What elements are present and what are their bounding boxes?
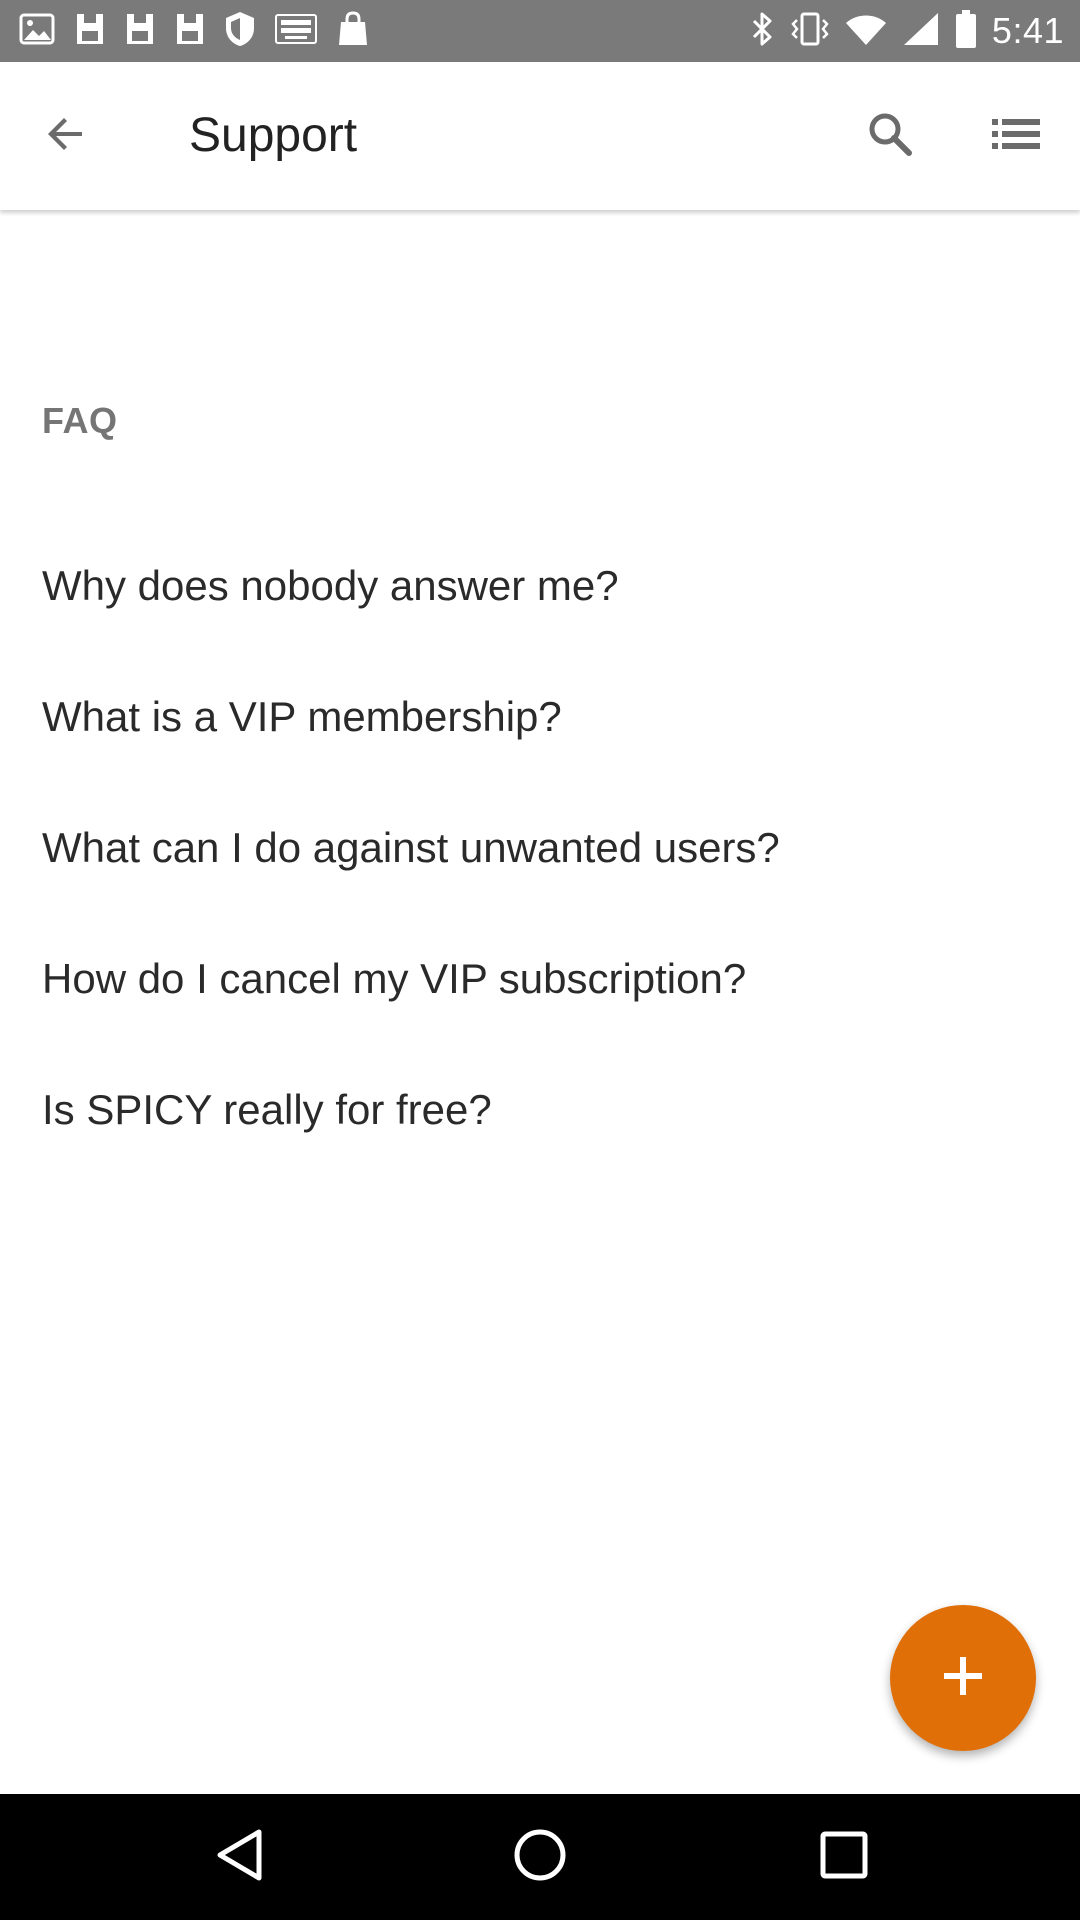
list-menu-button[interactable] — [986, 106, 1046, 166]
nav-recents-icon — [819, 1830, 869, 1885]
arrow-back-icon — [44, 112, 88, 161]
nav-recents-button[interactable] — [814, 1827, 874, 1887]
faq-item-nobody-answers[interactable]: Why does nobody answer me? — [0, 520, 1080, 651]
support-screen: 5:41 Support FAQ Why does nobody answer … — [0, 0, 1080, 1920]
search-button[interactable] — [860, 106, 920, 166]
battery-icon — [954, 9, 978, 54]
save-icon — [74, 11, 106, 52]
add-fab-button[interactable] — [890, 1605, 1036, 1751]
faq-list: Why does nobody answer me? What is a VIP… — [0, 520, 1080, 1175]
page-title: Support — [189, 109, 358, 162]
bluetooth-icon — [750, 10, 776, 53]
vibrate-icon — [790, 10, 830, 53]
status-notifications — [18, 10, 370, 52]
faq-item-vip-membership[interactable]: What is a VIP membership? — [0, 651, 1080, 782]
signal-icon — [902, 11, 940, 52]
save-icon — [174, 11, 206, 52]
nav-home-icon — [512, 1827, 568, 1888]
photos-icon — [18, 10, 56, 53]
nav-back-button[interactable] — [210, 1827, 270, 1887]
nav-back-icon — [215, 1828, 265, 1887]
list-menu-icon — [991, 116, 1041, 157]
wifi-icon — [844, 11, 888, 52]
faq-item-unwanted-users[interactable]: What can I do against unwanted users? — [0, 782, 1080, 913]
status-time: 5:41 — [991, 10, 1064, 51]
nav-home-button[interactable] — [510, 1827, 570, 1887]
save-icon — [124, 11, 156, 52]
status-bar: 5:41 — [0, 0, 1080, 62]
faq-header: FAQ — [42, 400, 118, 441]
shopping-bag-icon — [336, 10, 370, 53]
app-bar: Support — [0, 62, 1080, 210]
back-button[interactable] — [36, 106, 96, 166]
navigation-bar — [0, 1794, 1080, 1920]
shield-icon — [224, 10, 256, 53]
espn-dallas-icon — [274, 11, 318, 52]
status-system-icons: 5:41 — [750, 9, 1064, 54]
faq-item-spicy-free[interactable]: Is SPICY really for free? — [0, 1044, 1080, 1175]
faq-item-cancel-vip[interactable]: How do I cancel my VIP subscription? — [0, 913, 1080, 1044]
search-icon — [866, 110, 914, 163]
plus-icon — [941, 1654, 985, 1703]
